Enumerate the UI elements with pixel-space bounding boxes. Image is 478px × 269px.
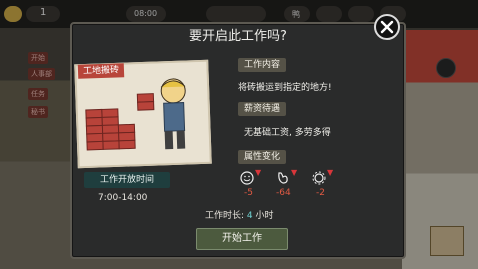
down-arrow-icon: ▼ — [291, 168, 298, 177]
duration-number: 4 — [246, 211, 253, 221]
open-time-label: 工作开放时间 — [84, 172, 170, 188]
content-tab: 工作内容 — [238, 58, 287, 72]
salary-tab: 薪资待遇 — [238, 102, 287, 116]
content-text: 将砖搬运到指定的地方! — [238, 83, 332, 93]
start-work-button[interactable]: 开始工作 — [196, 228, 288, 250]
dialog-title: 要开启此工作吗? — [189, 29, 287, 44]
down-arrow-icon: ▼ — [255, 168, 262, 177]
attr-smile-value: -5 — [244, 188, 253, 198]
duration-prefix: 工作时长: — [205, 211, 245, 221]
salary-text: 无基础工资, 多劳多得 — [244, 128, 331, 138]
down-arrow-icon: ▼ — [327, 168, 334, 177]
attr-energy: ▼ -2 — [312, 168, 333, 198]
attr-smile: ▼ -5 — [240, 168, 261, 198]
duration-unit: 小时 — [255, 211, 274, 221]
smile-face-icon — [240, 171, 254, 185]
work-duration: 工作时长: 4 小时 — [205, 208, 274, 221]
stomach-icon — [278, 172, 288, 184]
close-icon — [380, 20, 394, 34]
attr-energy-value: -2 — [316, 188, 325, 198]
gear-energy-icon — [312, 171, 326, 185]
attribute-tab: 属性变化 — [238, 150, 287, 164]
photo-tag: 工地搬砖 — [77, 63, 125, 79]
close-button[interactable] — [374, 14, 400, 40]
open-time-value: 7:00-14:00 — [98, 193, 148, 203]
attr-stomach-value: -64 — [276, 188, 291, 198]
attr-stomach: ▼ -64 — [276, 168, 297, 198]
